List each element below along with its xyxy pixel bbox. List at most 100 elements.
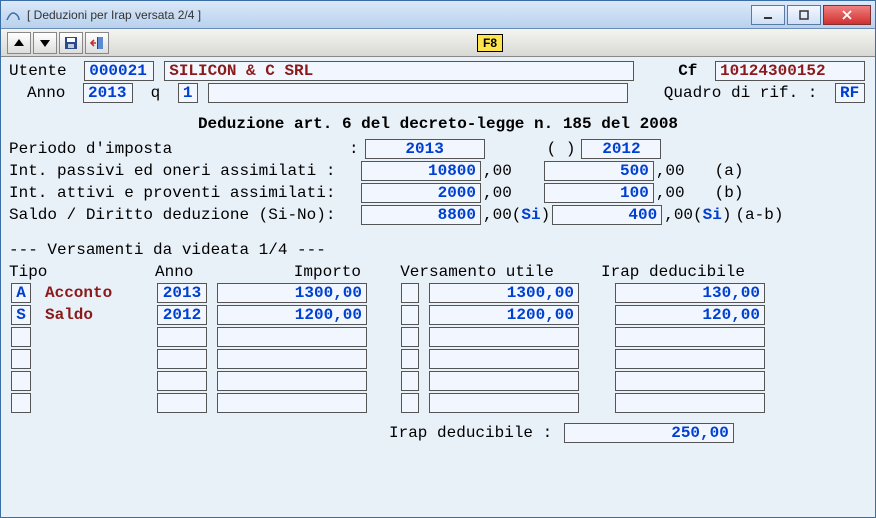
periodo-colon: : bbox=[349, 140, 359, 158]
cf-label: Cf bbox=[678, 62, 707, 80]
anno-label: Anno bbox=[9, 84, 75, 102]
toolbar: F8 bbox=[1, 29, 875, 57]
cell-tipo: Acconto bbox=[39, 284, 149, 302]
calc-row1-label: Int. passivi ed oneri assimilati : bbox=[9, 162, 359, 180]
calc-row2-b-suffix: ,00 bbox=[656, 184, 685, 202]
calc-row1-b[interactable]: 500 bbox=[544, 161, 654, 181]
cell-importo[interactable] bbox=[217, 327, 367, 347]
total-field[interactable]: 250,00 bbox=[564, 423, 734, 443]
total-label: Irap deducibile : bbox=[389, 424, 562, 442]
calc-row2-a-suffix: ,00 bbox=[483, 184, 512, 202]
calc-row1-a-suffix: ,00 bbox=[483, 162, 512, 180]
cell-code[interactable] bbox=[11, 371, 31, 391]
content-area: Utente 000021 SILICON & C SRL Cf 1012430… bbox=[1, 57, 875, 517]
cell-anno[interactable]: 2013 bbox=[157, 283, 207, 303]
cell-importo[interactable]: 1300,00 bbox=[217, 283, 367, 303]
cell-importo[interactable]: 1200,00 bbox=[217, 305, 367, 325]
table-row: A Acconto 2013 1300,00 1300,00 130,00 bbox=[9, 283, 867, 303]
calc-row1-b-suffix: ,00 bbox=[656, 162, 685, 180]
cell-anno[interactable] bbox=[157, 349, 207, 369]
cell-versutile[interactable] bbox=[429, 393, 579, 413]
cf-field[interactable]: 10124300152 bbox=[715, 61, 865, 81]
q-field[interactable]: 1 bbox=[178, 83, 198, 103]
minimize-button[interactable] bbox=[751, 5, 785, 25]
periodo-year2[interactable]: 2012 bbox=[581, 139, 661, 159]
maximize-button[interactable] bbox=[787, 5, 821, 25]
section-title: Deduzione art. 6 del decreto-legge n. 18… bbox=[9, 115, 867, 133]
cell-code[interactable]: A bbox=[11, 283, 31, 303]
cell-irap[interactable]: 130,00 bbox=[615, 283, 765, 303]
cell-irap[interactable]: 120,00 bbox=[615, 305, 765, 325]
cell-irap[interactable] bbox=[615, 393, 765, 413]
titlebar[interactable]: [ Deduzioni per Irap versata 2/4 ] bbox=[1, 1, 875, 29]
calc-row2-a[interactable]: 2000 bbox=[361, 183, 481, 203]
quadro-label: Quadro di rif. : bbox=[664, 84, 827, 102]
table-row: S Saldo 2012 1200,00 1200,00 120,00 bbox=[9, 305, 867, 325]
cell-importo[interactable] bbox=[217, 349, 367, 369]
cell-flag1[interactable] bbox=[401, 305, 419, 325]
cell-flag1[interactable] bbox=[401, 393, 419, 413]
calc-row2-label: Int. attivi e proventi assimilati: bbox=[9, 184, 359, 202]
cell-versutile[interactable]: 1200,00 bbox=[429, 305, 579, 325]
table-row bbox=[9, 393, 867, 413]
cell-anno[interactable]: 2012 bbox=[157, 305, 207, 325]
q-label: q bbox=[141, 84, 170, 102]
col-irap: Irap deducibile bbox=[583, 263, 763, 281]
utente-code-field[interactable]: 000021 bbox=[84, 61, 154, 81]
cell-irap[interactable] bbox=[615, 371, 765, 391]
cell-versutile[interactable]: 1300,00 bbox=[429, 283, 579, 303]
cell-anno[interactable] bbox=[157, 327, 207, 347]
quadro-field[interactable]: RF bbox=[835, 83, 865, 103]
exit-button[interactable] bbox=[85, 32, 109, 54]
cell-importo[interactable] bbox=[217, 393, 367, 413]
blank-long-field[interactable] bbox=[208, 83, 628, 103]
cell-versutile[interactable] bbox=[429, 371, 579, 391]
cell-irap[interactable] bbox=[615, 349, 765, 369]
cell-code[interactable] bbox=[11, 393, 31, 413]
table-row bbox=[9, 327, 867, 347]
close-button[interactable] bbox=[823, 5, 871, 25]
calc-row3-a-suffix: ,00( bbox=[483, 206, 521, 224]
periodo-year1[interactable]: 2013 bbox=[365, 139, 485, 159]
periodo-label: Periodo d'imposta bbox=[9, 140, 349, 158]
cell-versutile[interactable] bbox=[429, 327, 579, 347]
cell-code[interactable] bbox=[11, 349, 31, 369]
cell-anno[interactable] bbox=[157, 371, 207, 391]
calc-row2-tag: (b) bbox=[715, 184, 744, 202]
nav-up-button[interactable] bbox=[7, 32, 31, 54]
f8-badge[interactable]: F8 bbox=[477, 34, 503, 52]
anno-field[interactable]: 2013 bbox=[83, 83, 133, 103]
col-importo: Importo bbox=[221, 263, 371, 281]
cell-irap[interactable] bbox=[615, 327, 765, 347]
window-title: [ Deduzioni per Irap versata 2/4 ] bbox=[27, 8, 749, 22]
calc-row1-tag: (a) bbox=[715, 162, 744, 180]
calc-row3-b-si: Si bbox=[703, 206, 722, 224]
calc-row1-a[interactable]: 10800 bbox=[361, 161, 481, 181]
col-versutile: Versamento utile bbox=[377, 263, 577, 281]
cell-code[interactable]: S bbox=[11, 305, 31, 325]
cell-versutile[interactable] bbox=[429, 349, 579, 369]
cell-flag1[interactable] bbox=[401, 349, 419, 369]
cell-tipo: Saldo bbox=[39, 306, 149, 324]
utente-name-field[interactable]: SILICON & C SRL bbox=[164, 61, 634, 81]
calc-row3-a[interactable]: 8800 bbox=[361, 205, 481, 225]
cell-importo[interactable] bbox=[217, 371, 367, 391]
save-button[interactable] bbox=[59, 32, 83, 54]
nav-down-button[interactable] bbox=[33, 32, 57, 54]
cell-flag1[interactable] bbox=[401, 371, 419, 391]
calc-row3-label: Saldo / Diritto deduzione (Si-No): bbox=[9, 206, 359, 224]
calc-row3-a-close: ) bbox=[541, 206, 551, 224]
cell-code[interactable] bbox=[11, 327, 31, 347]
periodo-paren: ( ) bbox=[547, 140, 576, 158]
calc-row2-b[interactable]: 100 bbox=[544, 183, 654, 203]
app-window: [ Deduzioni per Irap versata 2/4 ] F8 bbox=[0, 0, 876, 518]
col-anno: Anno bbox=[155, 263, 215, 281]
table-row bbox=[9, 349, 867, 369]
col-tipo: Tipo bbox=[9, 263, 149, 281]
cell-flag1[interactable] bbox=[401, 327, 419, 347]
cell-anno[interactable] bbox=[157, 393, 207, 413]
cell-flag1[interactable] bbox=[401, 283, 419, 303]
calc-row3-b-close: ) bbox=[722, 206, 732, 224]
app-icon bbox=[5, 7, 21, 23]
calc-row3-b[interactable]: 400 bbox=[552, 205, 662, 225]
